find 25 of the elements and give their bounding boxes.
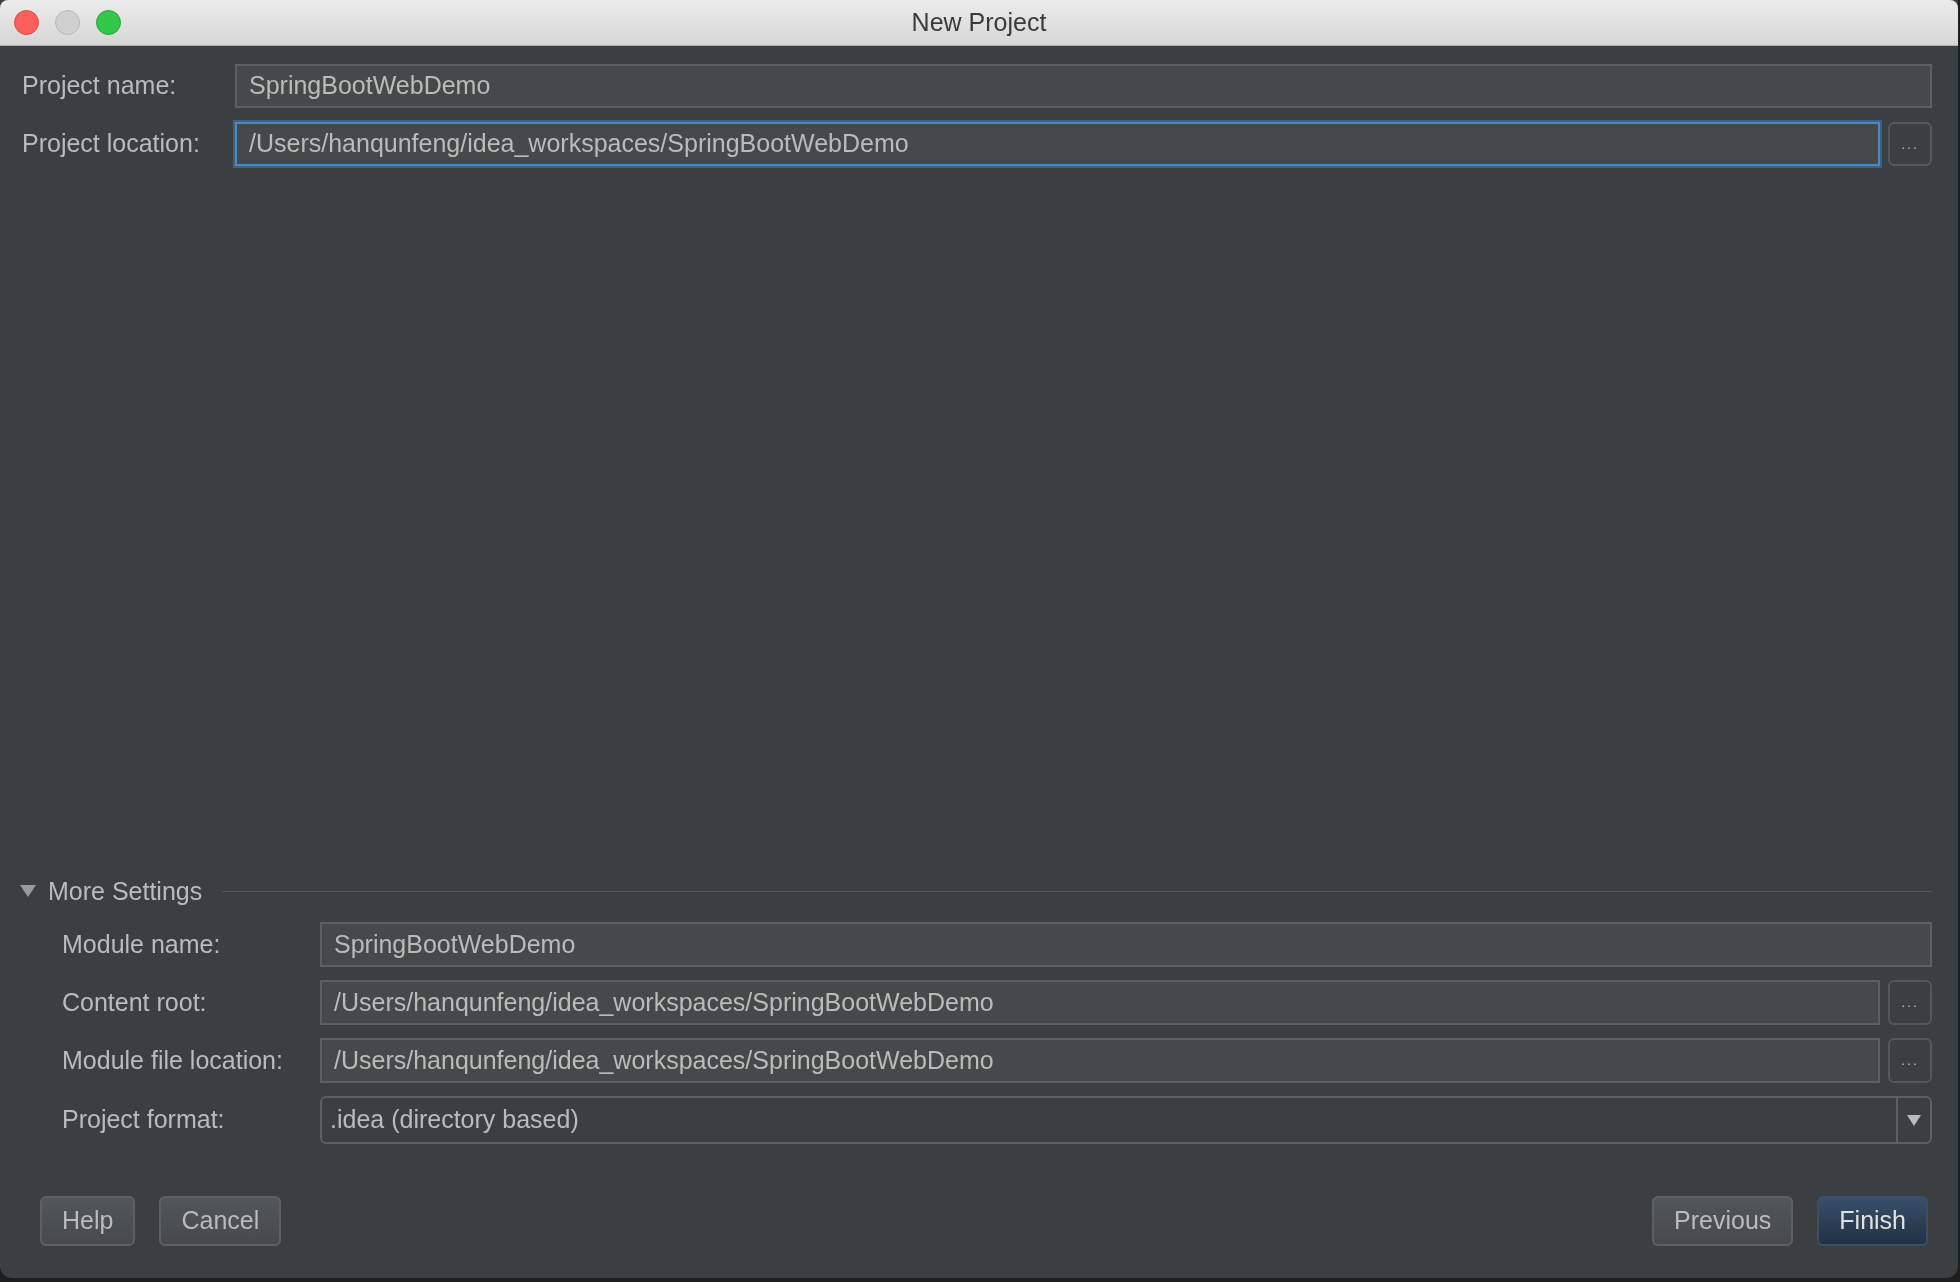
browse-button[interactable]: ... [1888, 122, 1932, 166]
maximize-icon[interactable] [96, 10, 121, 35]
field-label: Project format: [62, 1104, 226, 1136]
caret-icon [1907, 1114, 1921, 1126]
browse-button[interactable]: ... [1888, 1038, 1932, 1083]
input-field[interactable]: /Users/hanqunfeng/idea_workspaces/SpringBootWebDemo [235, 122, 1880, 166]
dropdown[interactable]: .idea (directory based) [320, 1096, 1932, 1144]
dialog-button[interactable]: Previous [1652, 1196, 1794, 1246]
triangle-icon[interactable] [20, 885, 36, 898]
dialog-button[interactable]: Help [40, 1196, 136, 1246]
dialog-button[interactable]: Cancel [159, 1196, 282, 1246]
field-label: Project name: [22, 70, 178, 102]
input-field[interactable]: SpringBootWebDemo [235, 64, 1932, 108]
close-icon[interactable] [14, 10, 39, 35]
input-field[interactable]: /Users/hanqunfeng/idea_workspaces/SpringBootWebDemo [320, 980, 1880, 1025]
section-title[interactable]: More Settings [48, 872, 203, 910]
field-label: Project location: [22, 128, 201, 160]
browse-button[interactable]: ... [1888, 980, 1932, 1025]
input-field[interactable]: /Users/hanqunfeng/idea_workspaces/SpringBootWebDemo [320, 1038, 1880, 1083]
dialog-button[interactable]: Finish [1817, 1196, 1928, 1246]
field-label: Module file location: [62, 1044, 284, 1076]
window-title: New Project [911, 6, 1047, 38]
field-label: Module name: [62, 928, 222, 960]
field-label: Content root: [62, 986, 208, 1018]
input-field[interactable]: SpringBootWebDemo [320, 922, 1932, 967]
